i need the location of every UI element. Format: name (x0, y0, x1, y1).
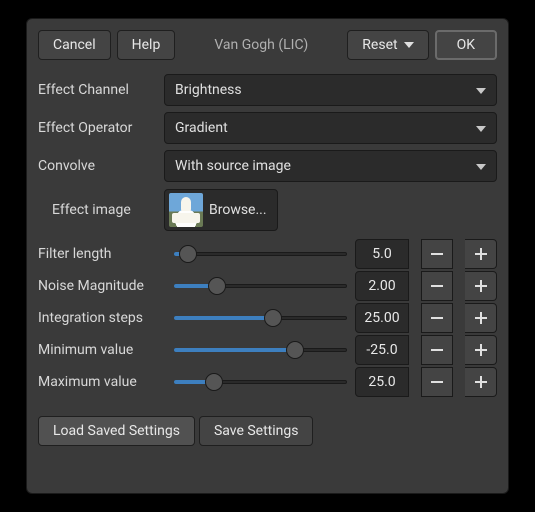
convolve-value: With source image (175, 158, 291, 174)
footer: Load Saved Settings Save Settings (38, 416, 497, 446)
increment-button[interactable] (465, 303, 497, 333)
effect-image-label: Effect image (38, 202, 154, 218)
slider-knob[interactable] (205, 373, 223, 391)
load-saved-settings-button[interactable]: Load Saved Settings (38, 416, 195, 446)
slider-row: Filter length 5.0 (38, 238, 497, 270)
ok-button[interactable]: OK (435, 30, 497, 60)
convolve-label: Convolve (38, 158, 154, 174)
plus-icon (475, 280, 487, 292)
chevron-down-icon (476, 82, 486, 98)
slider-knob[interactable] (208, 277, 226, 295)
slider-label: Minimum value (38, 342, 166, 358)
slider-knob[interactable] (286, 341, 304, 359)
dialog-title: Van Gogh (LIC) (181, 30, 341, 60)
save-settings-button[interactable]: Save Settings (199, 416, 314, 446)
plus-icon (475, 248, 487, 260)
slider-group: Filter length5.0Noise Magnitude2.00Integ… (38, 238, 497, 398)
slider-track[interactable] (174, 244, 347, 264)
slider-value-input[interactable]: 25.0 (355, 367, 409, 397)
slider-value-input[interactable]: 2.00 (355, 271, 409, 301)
slider-track[interactable] (174, 340, 347, 360)
chevron-down-icon (476, 120, 486, 136)
slider-track[interactable] (174, 308, 347, 328)
slider-track[interactable] (174, 372, 347, 392)
slider-label: Filter length (38, 246, 166, 262)
minus-icon (431, 349, 443, 351)
help-button[interactable]: Help (117, 30, 176, 60)
cancel-button[interactable]: Cancel (38, 30, 111, 60)
decrement-button[interactable] (421, 271, 453, 301)
effect-image-browse-button[interactable]: Browse... (164, 189, 278, 231)
decrement-button[interactable] (421, 303, 453, 333)
slider-knob[interactable] (264, 309, 282, 327)
decrement-button[interactable] (421, 239, 453, 269)
increment-button[interactable] (465, 367, 497, 397)
row-effect-channel: Effect Channel Brightness (38, 74, 497, 106)
chevron-down-icon (404, 42, 414, 48)
slider-row: Integration steps 25.00 (38, 302, 497, 334)
slider-row: Maximum value 25.0 (38, 366, 497, 398)
reset-label: Reset (362, 37, 397, 53)
row-effect-operator: Effect Operator Gradient (38, 112, 497, 144)
slider-track-bg (174, 252, 347, 256)
effect-channel-value: Brightness (175, 82, 242, 98)
convolve-select[interactable]: With source image (164, 150, 497, 182)
slider-track[interactable] (174, 276, 347, 296)
browse-label: Browse... (209, 202, 267, 218)
slider-value-input[interactable]: 5.0 (355, 239, 409, 269)
effect-operator-select[interactable]: Gradient (164, 112, 497, 144)
slider-label: Maximum value (38, 374, 166, 390)
slider-row: Minimum value -25.0 (38, 334, 497, 366)
plus-icon (475, 312, 487, 324)
minus-icon (431, 253, 443, 255)
slider-fill (174, 348, 295, 352)
effect-operator-value: Gradient (175, 120, 228, 136)
slider-value-input[interactable]: -25.0 (355, 335, 409, 365)
increment-button[interactable] (465, 335, 497, 365)
slider-knob[interactable] (179, 245, 197, 263)
dialog: Cancel Help Van Gogh (LIC) Reset OK Effe… (26, 18, 509, 494)
effect-operator-label: Effect Operator (38, 120, 154, 136)
chevron-down-icon (476, 158, 486, 174)
minus-icon (431, 381, 443, 383)
slider-value-input[interactable]: 25.00 (355, 303, 409, 333)
top-toolbar: Cancel Help Van Gogh (LIC) Reset OK (38, 30, 497, 60)
slider-label: Noise Magnitude (38, 278, 166, 294)
decrement-button[interactable] (421, 335, 453, 365)
effect-channel-label: Effect Channel (38, 82, 154, 98)
minus-icon (431, 317, 443, 319)
effect-channel-select[interactable]: Brightness (164, 74, 497, 106)
row-convolve: Convolve With source image (38, 150, 497, 182)
content: Effect Channel Brightness Effect Operato… (38, 74, 497, 446)
plus-icon (475, 344, 487, 356)
decrement-button[interactable] (421, 367, 453, 397)
effect-image-thumbnail (169, 193, 203, 227)
reset-button[interactable]: Reset (347, 30, 428, 60)
plus-icon (475, 376, 487, 388)
slider-label: Integration steps (38, 310, 166, 326)
row-effect-image: Effect image Browse... (38, 188, 497, 232)
increment-button[interactable] (465, 271, 497, 301)
slider-fill (174, 316, 273, 320)
minus-icon (431, 285, 443, 287)
slider-row: Noise Magnitude 2.00 (38, 270, 497, 302)
increment-button[interactable] (465, 239, 497, 269)
